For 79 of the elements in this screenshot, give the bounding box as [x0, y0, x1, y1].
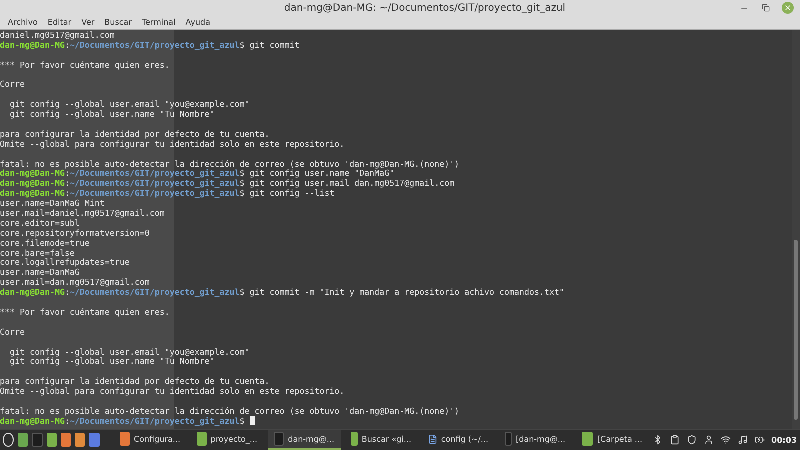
- prompt-symbol: $: [240, 416, 245, 426]
- menu-item[interactable]: Archivo: [3, 18, 43, 27]
- terminal-output: Omite --global para configurar tu identidad solo en este repositorio.: [0, 386, 345, 396]
- terminal-output: git config --global user.name "Tu Nombre": [8, 356, 215, 366]
- prompt-separator: :: [64, 168, 70, 178]
- user-icon[interactable]: [704, 435, 714, 445]
- terminal-output: *** Por favor cuéntame quien eres.: [0, 60, 170, 70]
- terminal-command: git commit -m "Init y mandar a repositorio achivo comandos.txt": [250, 287, 564, 298]
- terminal-output: Corre: [0, 326, 25, 337]
- menu-item[interactable]: Ver: [76, 18, 100, 27]
- terminal-output: Omite --global para configurar tu identidad solo en este repositorio.: [0, 138, 345, 149]
- terminal-output: fatal: no es posible auto-detectar la dirección de correo (se obtuvo 'dan-mg@Dan-MG.(none)'): [0, 158, 460, 169]
- terminal-command: git config --list: [250, 188, 335, 198]
- clipboard-icon[interactable]: [670, 435, 680, 445]
- terminal-output: *** Por favor cuéntame quien eres.: [0, 306, 170, 317]
- prompt-separator: :: [64, 40, 70, 50]
- taskbar-window[interactable]: Configura...: [114, 430, 187, 450]
- prompt-separator: :: [64, 178, 70, 188]
- prompt-separator: :: [64, 287, 70, 298]
- taskbar-window[interactable]: [Carpeta ...: [576, 430, 649, 450]
- terminal-command: git config user.mail dan.mg0517@gmail.com: [250, 178, 455, 188]
- prompt-user: dan-mg@Dan-MG: [0, 188, 65, 198]
- wifi-icon[interactable]: [720, 435, 731, 445]
- taskbar-window[interactable]: dan-mg@...: [268, 430, 341, 450]
- taskbar-window[interactable]: [dan-mg@...: [498, 430, 572, 450]
- terminal-output: user.name=DanMaG Mint: [0, 198, 105, 208]
- terminal-command: git config user.name "DanMaG": [250, 168, 395, 178]
- clock[interactable]: 00:03: [772, 436, 798, 444]
- menu-item[interactable]: Terminal: [136, 18, 181, 27]
- terminal-output: git config --global user.email "you@example.com": [8, 346, 250, 356]
- terminal-output: git config --global user.name "Tu Nombre": [8, 109, 215, 120]
- terminal-output: core.bare=false: [0, 248, 75, 258]
- prompt-user: dan-mg@Dan-MG: [0, 168, 65, 178]
- restore-icon: [762, 4, 770, 12]
- terminal-output: git config --global user.email "you@example.com": [8, 99, 250, 110]
- taskbar-window[interactable]: proyecto_...: [190, 430, 264, 450]
- shield-icon[interactable]: [686, 435, 697, 445]
- prompt-symbol: $: [240, 40, 245, 50]
- prompt-path: ~/Documentos/GIT/proyecto_git_azul: [70, 178, 240, 188]
- taskbar-window[interactable]: config (~/...: [422, 430, 495, 450]
- taskbar-window[interactable]: Buscar «gi...: [344, 430, 418, 450]
- prompt-symbol: $: [240, 188, 245, 198]
- prompt-user: dan-mg@Dan-MG: [0, 178, 65, 188]
- terminal-output: core.repositoryformatversion=0: [0, 228, 150, 238]
- prompt-symbol: $: [240, 287, 245, 298]
- battery-icon[interactable]: [754, 435, 765, 445]
- terminal-output: fatal: no es posible auto-detectar la dirección de correo (se obtuvo 'dan-mg@Dan-MG.(none)'): [0, 406, 460, 416]
- terminal-output: core.editor=subl: [0, 218, 80, 228]
- terminal-output: daniel.mg0517@gmail.com: [0, 30, 115, 40]
- prompt-path: ~/Documentos/GIT/proyecto_git_azul: [70, 188, 240, 198]
- document-icon: [428, 432, 438, 446]
- terminal-output: core.filemode=true: [0, 238, 90, 248]
- prompt-symbol: $: [240, 168, 245, 178]
- prompt-symbol: $: [240, 178, 245, 188]
- terminal-command: git commit: [250, 40, 300, 50]
- prompt-separator: :: [64, 188, 70, 198]
- window-title: dan-mg@Dan-MG: ~/Documentos/GIT/proyecto_git_azul: [283, 2, 567, 14]
- menu-item[interactable]: Editar: [42, 18, 77, 27]
- prompt-user: dan-mg@Dan-MG: [0, 416, 65, 426]
- prompt-separator: :: [64, 416, 70, 426]
- music-icon[interactable]: [738, 435, 748, 445]
- terminal-output: Corre: [0, 79, 25, 90]
- terminal-output: core.logallrefupdates=true: [0, 257, 130, 268]
- prompt-user: dan-mg@Dan-MG: [0, 287, 65, 298]
- menu-item[interactable]: Ayuda: [180, 18, 216, 27]
- terminal-output: user.mail=daniel.mg0517@gmail.com: [0, 208, 165, 218]
- menu-item[interactable]: Buscar: [100, 18, 137, 27]
- prompt-path: ~/Documentos/GIT/proyecto_git_azul: [70, 287, 240, 298]
- prompt-path: ~/Documentos/GIT/proyecto_git_azul: [70, 40, 240, 50]
- terminal-output: para configurar la identidad por defecto de tu cuenta.: [0, 128, 270, 139]
- prompt-user: dan-mg@Dan-MG: [0, 40, 65, 50]
- bluetooth-icon[interactable]: [652, 435, 663, 445]
- close-icon: [784, 4, 792, 12]
- terminal-output: user.mail=dan.mg0517@gmail.com: [0, 277, 150, 288]
- scrollbar[interactable]: [792, 30, 800, 429]
- terminal-output: para configurar la identidad por defecto de tu cuenta.: [0, 376, 270, 386]
- terminal-output: user.name=DanMaG: [0, 267, 80, 278]
- prompt-path: ~/Documentos/GIT/proyecto_git_azul: [70, 168, 240, 178]
- prompt-path: ~/Documentos/GIT/proyecto_git_azul: [70, 416, 240, 426]
